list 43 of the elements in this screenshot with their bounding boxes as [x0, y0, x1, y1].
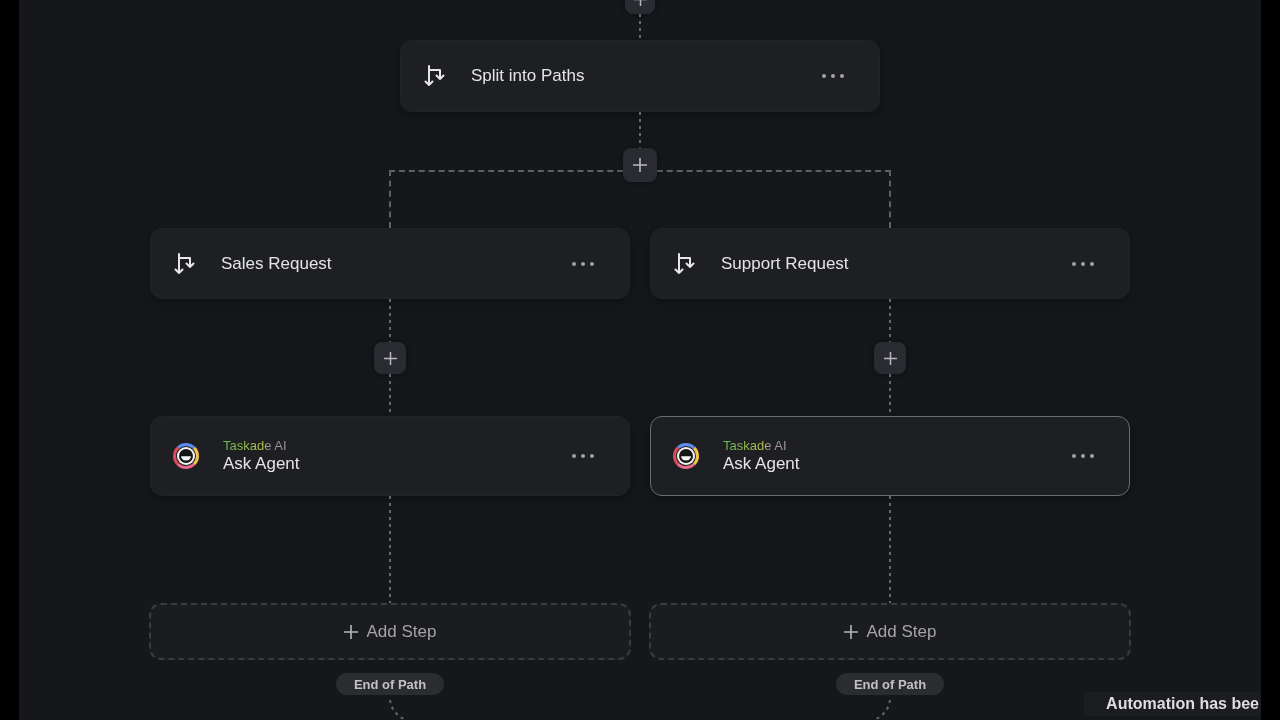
- provider-label: Taskade AI: [723, 438, 787, 453]
- step-node[interactable]: Support Request: [650, 228, 1130, 299]
- node-title: Sales Request: [221, 253, 332, 274]
- step-node[interactable]: Taskade AI Ask Agent: [150, 416, 630, 496]
- plus-icon: [343, 624, 358, 639]
- more-button[interactable]: [571, 453, 595, 459]
- agent-avatar-icon: [673, 443, 699, 469]
- connector-line: [389, 299, 391, 342]
- add-step-button[interactable]: [874, 342, 906, 374]
- node-title: Ask Agent: [223, 454, 301, 474]
- step-node[interactable]: Split into Paths: [400, 40, 880, 112]
- connector-line: [889, 299, 891, 342]
- node-title: Split into Paths: [471, 66, 585, 86]
- add-step-button[interactable]: Add Step: [149, 603, 631, 660]
- more-dots-icon: [1071, 453, 1095, 459]
- more-button[interactable]: [571, 260, 595, 267]
- more-dots-icon: [1071, 260, 1095, 267]
- split-arrows-icon: [423, 64, 447, 88]
- connector-line: [639, 14, 641, 40]
- more-button[interactable]: [1071, 453, 1095, 459]
- plus-icon: [383, 351, 397, 365]
- node-title: Support Request: [721, 253, 849, 274]
- more-dots-icon: [571, 453, 595, 459]
- step-node[interactable]: Sales Request: [150, 228, 630, 299]
- agent-avatar-icon: [173, 443, 199, 469]
- node-title: Ask Agent: [723, 454, 801, 474]
- split-arrows-icon: [173, 251, 197, 276]
- end-of-path-label: End of Path: [335, 673, 445, 695]
- toast-message: Automation has bee: [1084, 692, 1261, 716]
- plus-icon: [883, 351, 897, 365]
- more-dots-icon: [571, 260, 595, 267]
- plus-icon: [633, 158, 647, 172]
- provider-label: Taskade AI: [223, 438, 287, 453]
- more-button[interactable]: [821, 73, 845, 79]
- end-of-path-label: End of Path: [835, 673, 945, 695]
- plus-icon: [843, 624, 858, 639]
- add-step-button[interactable]: [374, 342, 406, 374]
- add-step-button[interactable]: Add Step: [649, 603, 1131, 660]
- step-node[interactable]: Taskade AI Ask Agent: [650, 416, 1130, 496]
- split-arrows-icon: [673, 251, 697, 276]
- more-dots-icon: [821, 73, 845, 79]
- more-button[interactable]: [1071, 260, 1095, 267]
- add-path-button[interactable]: [623, 148, 657, 182]
